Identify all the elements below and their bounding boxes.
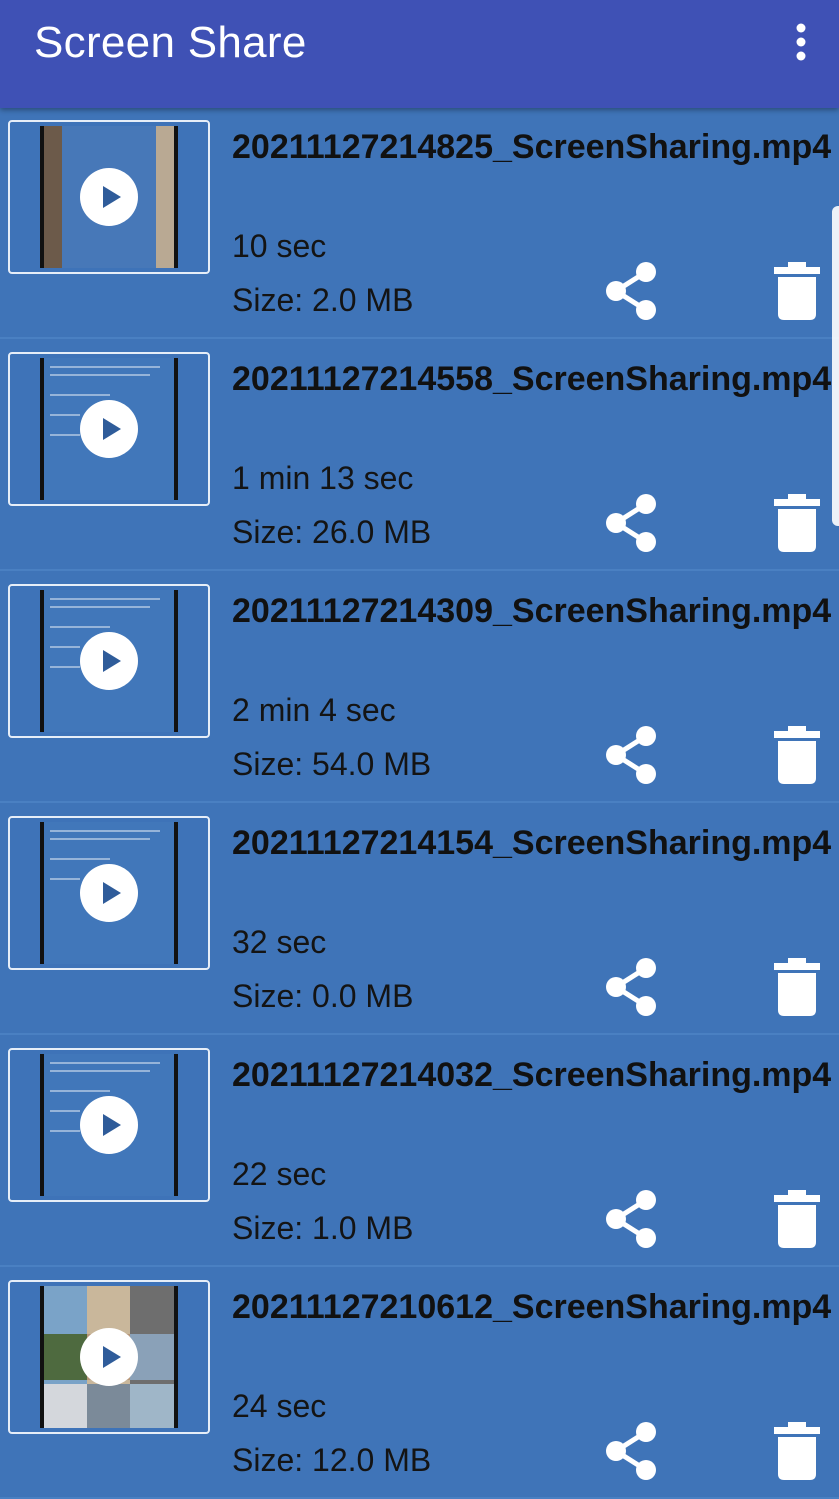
file-size: Size: 2.0 MB <box>232 282 414 318</box>
duration: 1 min 13 sec <box>232 460 414 496</box>
play-icon[interactable] <box>80 1096 138 1154</box>
video-thumbnail[interactable] <box>8 120 210 274</box>
share-icon[interactable] <box>602 260 660 322</box>
file-name: 20211127214309_ScreenSharing.mp4 <box>232 592 832 630</box>
file-size: Size: 54.0 MB <box>232 746 432 782</box>
play-icon[interactable] <box>80 1328 138 1386</box>
more-vert-icon[interactable] <box>785 18 817 66</box>
file-size: Size: 0.0 MB <box>232 978 414 1014</box>
file-name: 20211127210612_ScreenSharing.mp4 <box>232 1288 832 1326</box>
share-icon[interactable] <box>602 1420 660 1482</box>
play-icon[interactable] <box>80 168 138 226</box>
duration: 32 sec <box>232 924 327 960</box>
delete-icon[interactable] <box>774 1422 820 1480</box>
duration: 2 min 4 sec <box>232 692 396 728</box>
play-icon[interactable] <box>80 632 138 690</box>
file-size: Size: 12.0 MB <box>232 1442 432 1478</box>
recording-item[interactable]: 20211127214032_ScreenSharing.mp4 22 sec … <box>0 1036 839 1267</box>
recording-item[interactable]: 20211127214825_ScreenSharing.mp4 10 sec … <box>0 108 839 339</box>
delete-icon[interactable] <box>774 262 820 320</box>
play-icon[interactable] <box>80 400 138 458</box>
video-thumbnail[interactable] <box>8 352 210 506</box>
recording-item[interactable]: 20211127214309_ScreenSharing.mp4 2 min 4… <box>0 572 839 803</box>
duration: 24 sec <box>232 1388 327 1424</box>
file-size: Size: 26.0 MB <box>232 514 432 550</box>
share-icon[interactable] <box>602 1188 660 1250</box>
file-size: Size: 1.0 MB <box>232 1210 414 1246</box>
delete-icon[interactable] <box>774 1190 820 1248</box>
scrollbar[interactable] <box>832 206 839 526</box>
video-thumbnail[interactable] <box>8 816 210 970</box>
file-name: 20211127214032_ScreenSharing.mp4 <box>232 1056 832 1094</box>
video-thumbnail[interactable] <box>8 584 210 738</box>
recording-item[interactable]: 20211127210612_ScreenSharing.mp4 24 sec … <box>0 1268 839 1499</box>
delete-icon[interactable] <box>774 494 820 552</box>
video-thumbnail[interactable] <box>8 1048 210 1202</box>
file-name: 20211127214558_ScreenSharing.mp4 <box>232 360 832 398</box>
app-bar: Screen Share <box>0 0 839 108</box>
recording-item[interactable]: 20211127214154_ScreenSharing.mp4 32 sec … <box>0 804 839 1035</box>
share-icon[interactable] <box>602 956 660 1018</box>
share-icon[interactable] <box>602 492 660 554</box>
file-name: 20211127214825_ScreenSharing.mp4 <box>232 128 832 166</box>
share-icon[interactable] <box>602 724 660 786</box>
play-icon[interactable] <box>80 864 138 922</box>
recording-item[interactable]: 20211127214558_ScreenSharing.mp4 1 min 1… <box>0 340 839 571</box>
duration: 10 sec <box>232 228 327 264</box>
delete-icon[interactable] <box>774 726 820 784</box>
file-name: 20211127214154_ScreenSharing.mp4 <box>232 824 832 862</box>
app-title: Screen Share <box>34 18 307 67</box>
duration: 22 sec <box>232 1156 327 1192</box>
delete-icon[interactable] <box>774 958 820 1016</box>
video-thumbnail[interactable] <box>8 1280 210 1434</box>
